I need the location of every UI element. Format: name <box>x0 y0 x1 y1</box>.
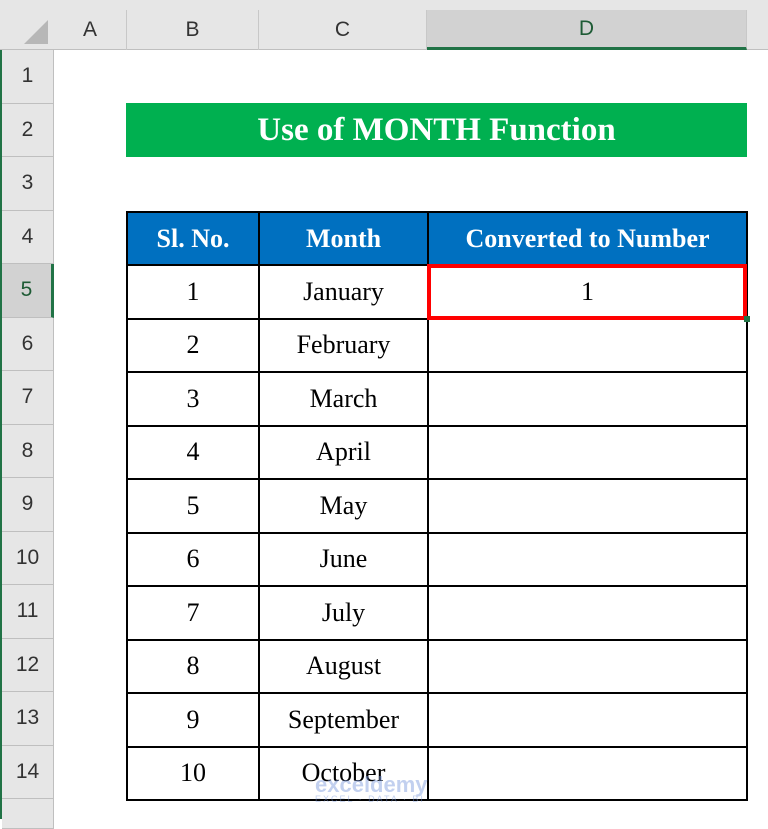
row-header-4[interactable]: 4 <box>2 210 54 264</box>
cell-number[interactable] <box>427 585 748 641</box>
column-header-c[interactable]: C <box>259 10 427 50</box>
watermark-tagline: EXCEL · DATA · BI <box>315 794 425 804</box>
cell-sl[interactable]: 10 <box>126 745 260 801</box>
table-row: 4 April <box>126 424 748 480</box>
cell-number[interactable] <box>427 478 748 534</box>
cell-number[interactable] <box>427 638 748 694</box>
month-table: Sl. No. Month Converted to Number 1 Janua… <box>126 211 748 801</box>
row-header-15[interactable] <box>2 799 54 829</box>
select-all-triangle-icon <box>24 20 48 44</box>
cell-number[interactable] <box>427 745 748 801</box>
select-all-button[interactable] <box>2 10 54 50</box>
table-row: 5 May <box>126 478 748 534</box>
table-row: 7 July <box>126 585 748 641</box>
cell-number[interactable] <box>427 531 748 587</box>
row-header-2[interactable]: 2 <box>2 103 54 157</box>
header-month[interactable]: Month <box>258 211 429 266</box>
row-header-10[interactable]: 10 <box>2 531 54 585</box>
table-row: 8 August <box>126 638 748 694</box>
cell-sl[interactable]: 9 <box>126 692 260 748</box>
cell-month[interactable]: August <box>258 638 429 694</box>
header-sl-no[interactable]: Sl. No. <box>126 211 260 266</box>
row-header-7[interactable]: 7 <box>2 371 54 425</box>
row-header-14[interactable]: 14 <box>2 745 54 799</box>
cell-sl[interactable]: 1 <box>126 264 260 320</box>
cell-number[interactable] <box>427 692 748 748</box>
column-header-d[interactable]: D <box>427 10 747 50</box>
column-header-a[interactable]: A <box>54 10 127 50</box>
row-header-12[interactable]: 12 <box>2 638 54 692</box>
cell-sl[interactable]: 5 <box>126 478 260 534</box>
cell-month[interactable]: September <box>258 692 429 748</box>
cell-month[interactable]: May <box>258 478 429 534</box>
cell-month[interactable]: January <box>258 264 429 320</box>
cell-sl[interactable]: 3 <box>126 371 260 427</box>
cell-number[interactable] <box>427 317 748 373</box>
table-row: 3 March <box>126 371 748 427</box>
cell-month[interactable]: March <box>258 371 429 427</box>
row-header-11[interactable]: 11 <box>2 585 54 639</box>
row-header-6[interactable]: 6 <box>2 317 54 371</box>
fill-handle[interactable] <box>744 316 750 322</box>
column-header-b[interactable]: B <box>127 10 259 50</box>
cell-number[interactable] <box>427 424 748 480</box>
cell-month[interactable]: February <box>258 317 429 373</box>
cell-month[interactable]: July <box>258 585 429 641</box>
cell-month[interactable]: June <box>258 531 429 587</box>
cell-month[interactable]: April <box>258 424 429 480</box>
cell-number[interactable]: 1 <box>427 264 748 320</box>
cell-number[interactable] <box>427 371 748 427</box>
watermark: exceldemy EXCEL · DATA · BI <box>315 772 428 804</box>
row-header-5[interactable]: 5 <box>2 264 54 318</box>
cell-sl[interactable]: 2 <box>126 317 260 373</box>
table-row: 9 September <box>126 692 748 748</box>
row-header-9[interactable]: 9 <box>2 478 54 532</box>
row-header-1[interactable]: 1 <box>2 50 54 104</box>
sheet-title: Use of MONTH Function <box>126 103 747 157</box>
header-converted[interactable]: Converted to Number <box>427 211 748 266</box>
cell-sl[interactable]: 7 <box>126 585 260 641</box>
table-row: 2 February <box>126 317 748 373</box>
table-row: 10 October <box>126 745 748 801</box>
cell-sl[interactable]: 6 <box>126 531 260 587</box>
table-row: 1 January 1 <box>126 264 748 320</box>
row-header-8[interactable]: 8 <box>2 424 54 478</box>
row-header-13[interactable]: 13 <box>2 692 54 746</box>
cell-sl[interactable]: 8 <box>126 638 260 694</box>
row-header-3[interactable]: 3 <box>2 157 54 211</box>
cell-sl[interactable]: 4 <box>126 424 260 480</box>
table-row: 6 June <box>126 531 748 587</box>
